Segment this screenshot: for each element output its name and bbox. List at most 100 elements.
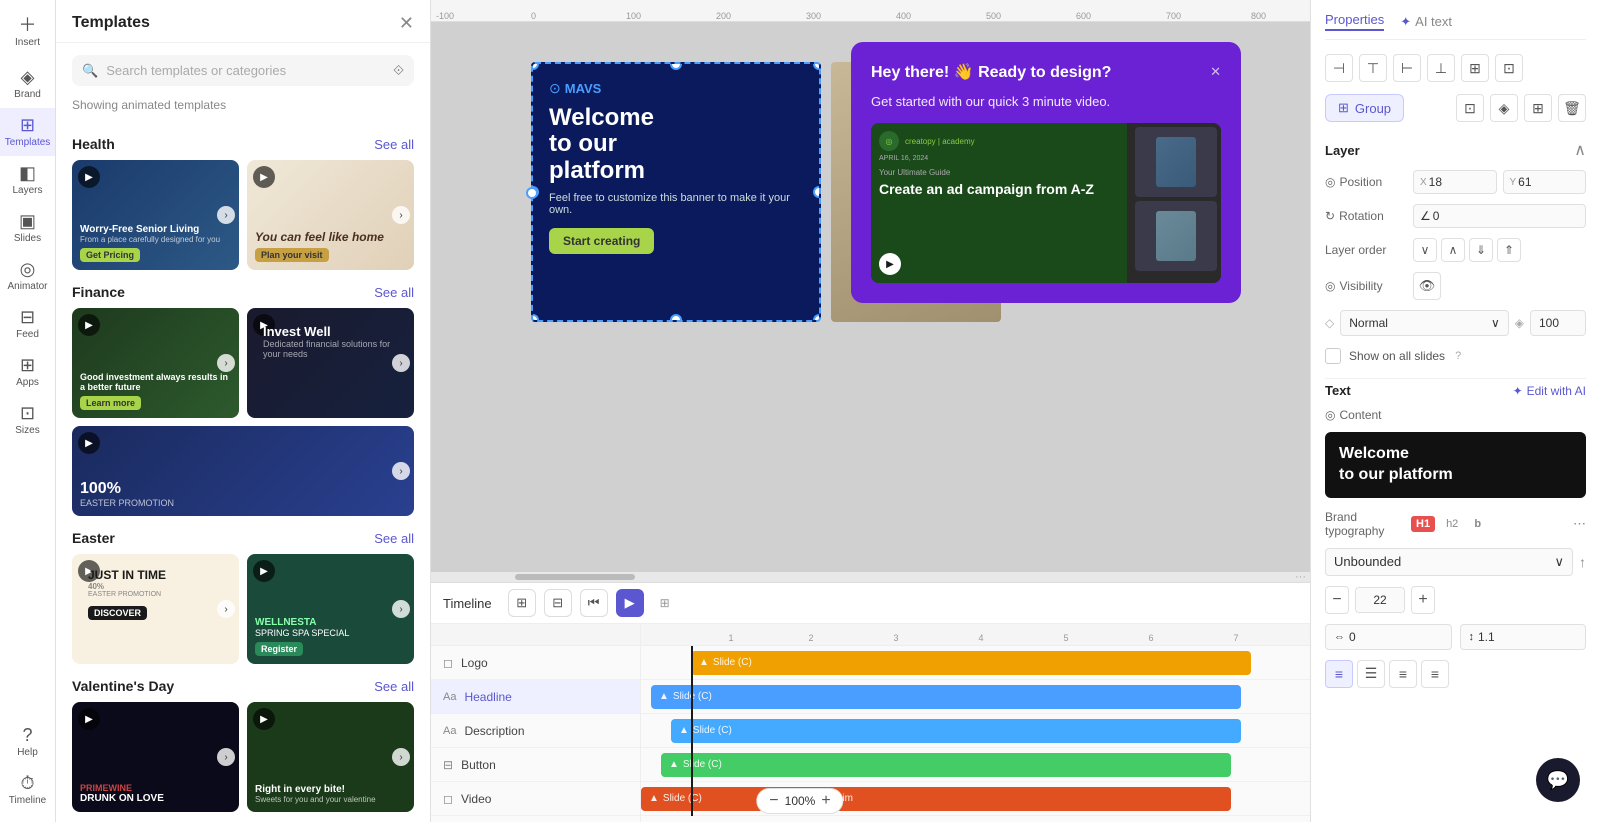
layer-down-button[interactable]: ∨ bbox=[1413, 238, 1437, 262]
selection-handle[interactable] bbox=[813, 186, 821, 198]
opacity-input[interactable]: 100 bbox=[1530, 310, 1586, 336]
scrollbar-thumb[interactable] bbox=[515, 574, 635, 580]
popup-video-preview[interactable]: ◎ creatopy | academy APRIL 16, 2024 Your… bbox=[871, 123, 1221, 283]
layer-to-top-button[interactable]: ⇑ bbox=[1497, 238, 1521, 262]
h1-badge[interactable]: H1 bbox=[1411, 516, 1435, 532]
template-card[interactable]: ▶ You can feel like home Plan your visit… bbox=[247, 160, 414, 270]
template-card[interactable]: ▶ Worry-Free Senior Living From a place … bbox=[72, 160, 239, 270]
track-label-description[interactable]: Aa Description bbox=[431, 714, 640, 748]
timeline-split-button[interactable]: ⊟ bbox=[544, 589, 572, 617]
sidebar-item-sizes[interactable]: ⊡ Sizes bbox=[0, 396, 55, 444]
text-preview[interactable]: Welcometo our platform bbox=[1325, 432, 1586, 498]
edit-with-ai-button[interactable]: ✦ Edit with AI bbox=[1513, 384, 1586, 398]
canvas-cta-button[interactable]: Start creating bbox=[549, 228, 654, 254]
blend-mode-select[interactable]: Normal ∨ bbox=[1340, 310, 1509, 336]
nav-arrow-right[interactable]: › bbox=[392, 206, 410, 224]
tab-properties[interactable]: Properties bbox=[1325, 12, 1384, 31]
group-button[interactable]: ⊞ Group bbox=[1325, 94, 1404, 122]
filter-icon[interactable]: ⟐ bbox=[393, 62, 404, 79]
sidebar-item-animator[interactable]: ◎ Animator bbox=[0, 252, 55, 300]
x-input[interactable]: X 18 bbox=[1413, 170, 1497, 194]
visibility-toggle[interactable]: 👁 bbox=[1413, 272, 1441, 300]
text-align-center-button[interactable]: ☰ bbox=[1357, 660, 1385, 688]
font-select[interactable]: Unbounded ∨ bbox=[1325, 548, 1573, 576]
font-up-arrow[interactable]: ↑ bbox=[1579, 554, 1586, 570]
valentines-see-all[interactable]: See all bbox=[374, 679, 414, 694]
size-input[interactable]: 22 bbox=[1355, 587, 1405, 613]
text-align-left-button[interactable]: ≡ bbox=[1325, 660, 1353, 688]
nav-arrow-right[interactable]: › bbox=[217, 748, 235, 766]
selection-handle[interactable] bbox=[670, 62, 682, 70]
chat-button[interactable]: 💬 bbox=[1536, 758, 1580, 802]
align-top-button[interactable]: ⊤ bbox=[1359, 54, 1387, 82]
size-minus-button[interactable]: − bbox=[1325, 586, 1349, 614]
sidebar-item-timeline[interactable]: ⏱ Timeline bbox=[0, 766, 55, 814]
timeline-play-button[interactable]: ▶ bbox=[616, 589, 644, 617]
popup-close-button[interactable]: ✕ bbox=[1210, 64, 1221, 80]
track-label-logo[interactable]: ◻ Logo bbox=[431, 646, 640, 680]
sidebar-item-layers[interactable]: ◧ Layers bbox=[0, 156, 55, 204]
template-card[interactable]: ▶ PRIMEWINE DRUNK ON LOVE › bbox=[72, 702, 239, 812]
headline-bar[interactable]: ▲ Slide (C) bbox=[651, 685, 1241, 709]
close-panel-button[interactable]: ✕ bbox=[399, 14, 414, 32]
typography-more-icon[interactable]: ⋯ bbox=[1573, 516, 1586, 532]
sidebar-item-slides[interactable]: ▣ Slides bbox=[0, 204, 55, 252]
template-card[interactable]: ▶ WELLNESTA SPRING SPA SPECIAL Register … bbox=[247, 554, 414, 664]
selection-handle[interactable] bbox=[813, 62, 821, 70]
tab-ai-text[interactable]: ✦ AI text bbox=[1400, 12, 1452, 31]
sidebar-item-insert[interactable]: ＋ Insert bbox=[0, 8, 55, 56]
template-card[interactable]: ▶ 100% EASTER PROMOTION › bbox=[72, 426, 414, 516]
nav-arrow-right[interactable]: › bbox=[392, 354, 410, 372]
align-right-button[interactable]: ⊢ bbox=[1393, 54, 1421, 82]
zoom-in-button[interactable]: + bbox=[821, 793, 830, 809]
horizontal-scrollbar[interactable]: ··· bbox=[431, 572, 1310, 582]
nav-arrow-right[interactable]: › bbox=[392, 748, 410, 766]
layer-collapse-button[interactable]: ∧ bbox=[1574, 140, 1586, 160]
sidebar-item-apps[interactable]: ⊞ Apps bbox=[0, 348, 55, 396]
h2-badge[interactable]: h2 bbox=[1441, 516, 1463, 532]
track-label-headline[interactable]: Aa Headline bbox=[431, 680, 640, 714]
sidebar-item-brand[interactable]: ◈ Brand bbox=[0, 60, 55, 108]
text-align-justify-button[interactable]: ≡ bbox=[1421, 660, 1449, 688]
search-input[interactable] bbox=[106, 63, 385, 78]
button-bar[interactable]: ▲ Slide (C) bbox=[661, 753, 1231, 777]
duplicate-button[interactable]: ⊞ bbox=[1524, 94, 1552, 122]
char-spacing-input[interactable]: ⇔ 0 bbox=[1325, 624, 1452, 650]
nav-arrow-right[interactable]: › bbox=[392, 600, 410, 618]
sidebar-item-feed[interactable]: ⊟ Feed bbox=[0, 300, 55, 348]
layer-up-button[interactable]: ∧ bbox=[1441, 238, 1465, 262]
more-options[interactable]: ··· bbox=[1295, 571, 1306, 582]
show-all-slides-checkbox[interactable] bbox=[1325, 348, 1341, 364]
sidebar-item-help[interactable]: ? Help bbox=[0, 718, 55, 766]
nav-arrow-right[interactable]: › bbox=[217, 600, 235, 618]
align-center-v-button[interactable]: ⊡ bbox=[1495, 54, 1523, 82]
track-label-button[interactable]: ⊟ Button bbox=[431, 748, 640, 782]
health-see-all[interactable]: See all bbox=[374, 137, 414, 152]
template-card[interactable]: ▶ Invest Well Dedicated financial soluti… bbox=[247, 308, 414, 418]
timeline-options[interactable]: ⊞ bbox=[660, 596, 670, 610]
selection-handle[interactable] bbox=[670, 314, 682, 322]
layer-to-bottom-button[interactable]: ⇓ bbox=[1469, 238, 1493, 262]
video-bar[interactable]: ▲ Slide (C) ✂ Trim bbox=[641, 787, 1231, 811]
y-input[interactable]: Y 61 bbox=[1503, 170, 1587, 194]
easter-see-all[interactable]: See all bbox=[374, 531, 414, 546]
track-label-video[interactable]: ◻ Video bbox=[431, 782, 640, 816]
template-card[interactable]: ▶ Right in every bite! Sweets for you an… bbox=[247, 702, 414, 812]
copy-style-button[interactable]: ⊡ bbox=[1456, 94, 1484, 122]
playhead[interactable] bbox=[691, 646, 693, 816]
selection-handle[interactable] bbox=[531, 314, 539, 322]
align-center-h-button[interactable]: ⊞ bbox=[1461, 54, 1489, 82]
size-plus-button[interactable]: + bbox=[1411, 586, 1435, 614]
nav-arrow-right[interactable]: › bbox=[392, 462, 410, 480]
nav-arrow-right[interactable]: › bbox=[217, 206, 235, 224]
text-align-right-button[interactable]: ≡ bbox=[1389, 660, 1417, 688]
template-card[interactable]: ▶ JUST IN TIME 40% EASTER PROMOTION DISC… bbox=[72, 554, 239, 664]
mask-button[interactable]: ◈ bbox=[1490, 94, 1518, 122]
align-bottom-button[interactable]: ⊥ bbox=[1427, 54, 1455, 82]
timeline-copy-button[interactable]: ⊞ bbox=[508, 589, 536, 617]
timeline-back-button[interactable]: ⏮ bbox=[580, 589, 608, 617]
rotation-input[interactable]: ∠ 0 bbox=[1413, 204, 1586, 228]
bold-badge[interactable]: b bbox=[1469, 516, 1486, 532]
nav-arrow-right[interactable]: › bbox=[217, 354, 235, 372]
align-left-button[interactable]: ⊣ bbox=[1325, 54, 1353, 82]
